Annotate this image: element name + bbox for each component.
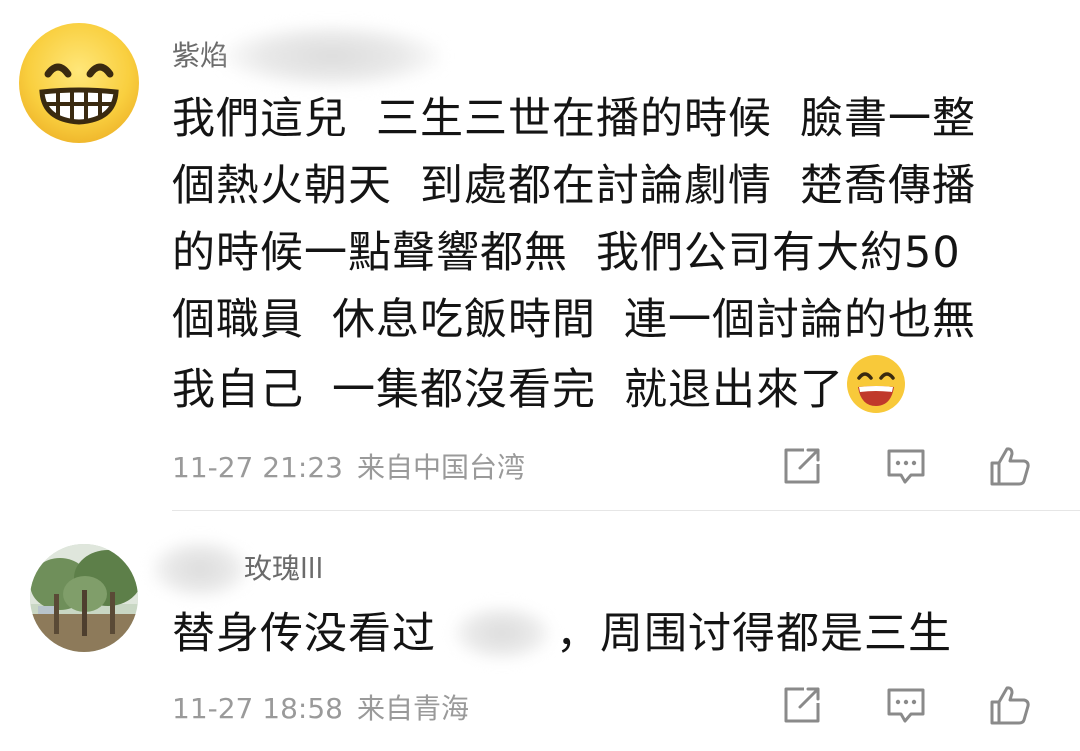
comment-text: 連一個討論的也無 (624, 295, 976, 345)
comment-text: 我自己 (172, 365, 304, 415)
comment-text: 到處都在討論劇情 (420, 161, 772, 211)
comment-text: 三生三世在播的時候 (376, 94, 772, 144)
comment-text: 替身传没看过 (172, 609, 436, 659)
comment-text: 我們這兒 (172, 94, 348, 144)
comment-item: 紫焰 我們這兒 三生三世在播的時候 臉書一整 個熱火朝天 到處都在討論劇情 楚喬傳播 的… (0, 0, 1080, 511)
comment-text: 的時候一點聲響都無 (172, 228, 568, 278)
redaction-blur (452, 605, 552, 661)
comment-meta: 11-27 21:23 来自中国台湾 (172, 446, 525, 486)
redaction-blur (222, 24, 442, 88)
reply-icon[interactable] (884, 683, 928, 727)
comment-item: 玫瑰lll 替身传没看过 ，周围讨得都是三生 11-27 18:58 来自青海 (0, 511, 1080, 751)
username[interactable]: 玫瑰lll (244, 547, 323, 587)
comment-text: 臉書一整 (800, 94, 976, 144)
comment-content: 我們這兒 三生三世在播的時候 臉書一整 個熱火朝天 到處都在討論劇情 楚喬傳播 的時候一… (172, 86, 1042, 434)
comment-text: 個熱火朝天 (172, 161, 392, 211)
like-icon[interactable] (988, 444, 1032, 488)
redaction-blur (150, 539, 250, 599)
comment-text: ，周围讨得都是三生 (556, 609, 952, 659)
location: 来自中国台湾 (356, 451, 525, 484)
comment-text: 休息吃飯時間 (332, 295, 596, 345)
share-icon[interactable] (780, 444, 824, 488)
comment-content: 替身传没看过 ，周围讨得都是三生 (172, 601, 1042, 668)
like-icon[interactable] (988, 683, 1032, 727)
username[interactable]: 紫焰 (172, 34, 228, 74)
grinning-emoji-avatar-icon[interactable] (18, 22, 140, 144)
comment-actions (780, 683, 1040, 727)
comment-text: 楚喬傳播 (800, 161, 976, 211)
comment-actions (780, 444, 1040, 488)
comment-text: 就退出來了 (624, 365, 844, 415)
reply-icon[interactable] (884, 444, 928, 488)
share-icon[interactable] (780, 683, 824, 727)
location: 来自青海 (356, 692, 469, 725)
timestamp: 11-27 21:23 (172, 451, 343, 484)
comment-text: 一集都沒看完 (332, 365, 596, 415)
laughing-emoji-icon (846, 354, 906, 434)
comment-text: 我們公司有大約50 (596, 228, 961, 278)
comment-text: 個職員 (172, 295, 304, 345)
tree-photo-avatar-icon[interactable] (30, 544, 138, 652)
comment-meta: 11-27 18:58 来自青海 (172, 687, 469, 727)
timestamp: 11-27 18:58 (172, 692, 343, 725)
comment-list: 紫焰 我們這兒 三生三世在播的時候 臉書一整 個熱火朝天 到處都在討論劇情 楚喬傳播 的… (0, 0, 1080, 751)
